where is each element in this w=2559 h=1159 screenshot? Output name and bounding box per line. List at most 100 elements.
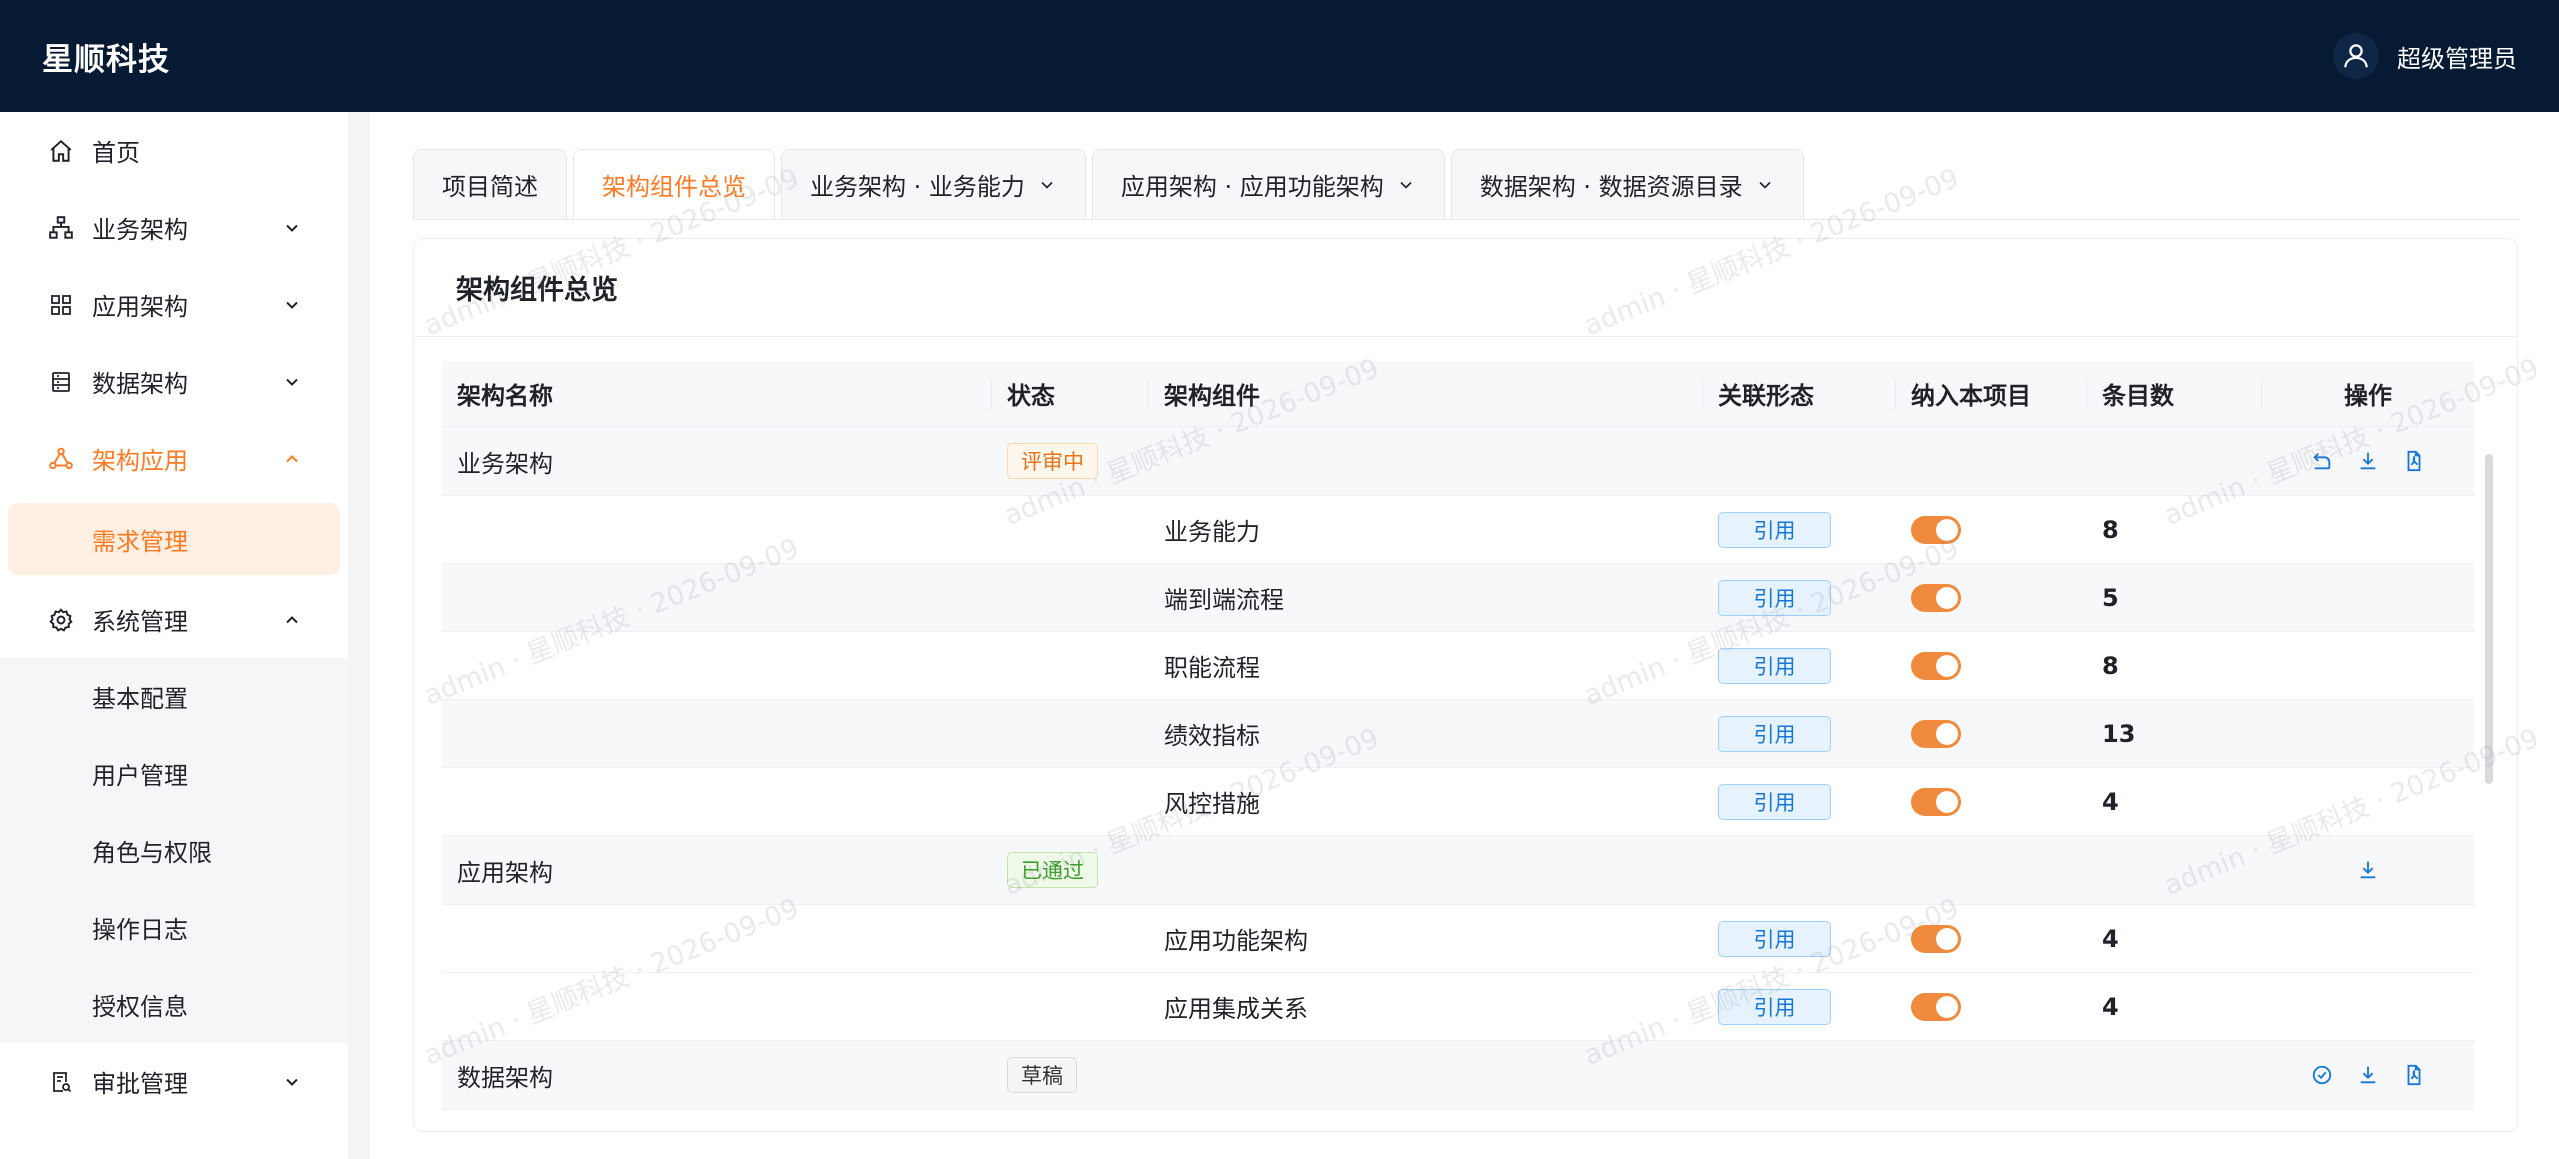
sidebar-item-approval[interactable]: 审批管理 [0,1043,348,1120]
download-icon[interactable] [2355,857,2381,883]
component-name: 绩效指标 [1164,722,1260,750]
tab-label: 应用架构 · 应用功能架构 [1120,173,1384,201]
table-group-row: 应用架构 已通过 [442,836,2474,905]
main-content: 项目简述 架构组件总览 业务架构 · 业务能力 应用架构 · 应用功能架构 数据… [370,112,2559,1159]
item-count: 4 [2102,787,2119,816]
include-toggle[interactable] [1911,583,1961,612]
rollback-icon[interactable] [2309,448,2335,474]
user-icon [2333,33,2379,79]
chevron-up-icon [282,449,302,469]
tab-business-capability[interactable]: 业务架构 · 业务能力 [781,149,1086,219]
component-name: 应用集成关系 [1164,995,1308,1023]
table-header: 架构名称 状态 架构组件 关联形态 纳入本项目 条目数 操作 [442,361,2474,427]
arch-name: 业务架构 [457,449,553,478]
status-badge: 已通过 [1007,852,1098,888]
tab-data-catalog[interactable]: 数据架构 · 数据资源目录 [1450,149,1804,219]
sidebar-item-roles[interactable]: 角色与权限 [0,812,348,889]
chevron-down-icon [1396,175,1416,195]
sidebar-item-business-arch[interactable]: 业务架构 [0,189,348,266]
include-toggle[interactable] [1911,515,1961,544]
relation-tag: 引用 [1718,988,1831,1025]
sidebar-item-app-arch[interactable]: 应用架构 [0,266,348,343]
table-row: 职能流程 引用 8 [442,632,2474,700]
share-nodes-icon [46,446,76,472]
table-group-row: 业务架构 评审中 [442,427,2474,496]
component-name: 职能流程 [1164,654,1260,682]
include-toggle[interactable] [1911,651,1961,680]
item-count: 5 [2102,583,2119,612]
pdf-icon[interactable] [2401,448,2427,474]
relation-tag: 引用 [1718,920,1831,957]
chevron-down-icon [282,1072,302,1092]
sidebar: 首页 业务架构 应用架构 数据架构 架构应用 需求管理 系统管理 基本配置 用户… [0,112,348,1159]
arch-app-submenu: 需求管理 [0,497,348,581]
tab-label: 数据架构 · 数据资源目录 [1479,173,1743,201]
components-table: 架构名称 状态 架构组件 关联形态 纳入本项目 条目数 操作 业务架构 评审中 [442,361,2474,1110]
sidebar-item-data-arch[interactable]: 数据架构 [0,343,348,420]
sidebar-item-label: 数据架构 [92,370,188,398]
relation-tag: 引用 [1718,511,1831,548]
include-toggle[interactable] [1911,992,1961,1021]
org-chart-icon [46,215,76,241]
sidebar-item-requirements[interactable]: 需求管理 [8,503,340,575]
card-title: 架构组件总览 [414,239,2517,337]
tab-project-summary[interactable]: 项目简述 [413,149,567,219]
chevron-down-icon [282,372,302,392]
sidebar-item-license[interactable]: 授权信息 [0,966,348,1043]
component-name: 业务能力 [1164,518,1260,546]
tab-app-function[interactable]: 应用架构 · 应用功能架构 [1091,149,1445,219]
scrollbar-thumb[interactable] [2485,454,2493,784]
tab-arch-overview[interactable]: 架构组件总览 [573,149,775,219]
col-header-actions: 操作 [2344,382,2392,410]
table-scrollbar[interactable] [2485,434,2493,1124]
download-icon[interactable] [2355,1062,2381,1088]
component-name: 应用功能架构 [1164,927,1308,955]
database-icon [46,370,76,394]
item-count: 8 [2102,651,2119,680]
sidebar-item-arch-app[interactable]: 架构应用 [0,420,348,497]
tab-label: 项目简述 [442,173,538,201]
sidebar-item-user-mgmt[interactable]: 用户管理 [0,735,348,812]
user-menu[interactable]: 超级管理员 [2333,33,2517,79]
user-name: 超级管理员 [2397,44,2517,73]
pdf-icon[interactable] [2401,1062,2427,1088]
brand-logo: 星顺科技 [42,41,170,78]
sidebar-item-label: 首页 [92,139,140,167]
col-header-count: 条目数 [2087,378,2262,410]
chevron-down-icon [282,295,302,315]
sidebar-item-system[interactable]: 系统管理 [0,581,348,658]
sidebar-item-home[interactable]: 首页 [0,112,348,189]
tab-label: 业务架构 · 业务能力 [810,173,1025,201]
sidebar-item-basic-config[interactable]: 基本配置 [0,658,348,735]
sidebar-item-op-log[interactable]: 操作日志 [0,889,348,966]
sidebar-item-label: 业务架构 [92,216,188,244]
home-icon [46,138,76,164]
chevron-down-icon [1755,175,1775,195]
include-toggle[interactable] [1911,787,1961,816]
relation-tag: 引用 [1718,715,1831,752]
relation-tag: 引用 [1718,647,1831,684]
approval-icon [46,1070,76,1094]
include-toggle[interactable] [1911,719,1961,748]
overview-card: 架构组件总览 架构名称 状态 架构组件 关联形态 纳入本项目 条目数 操作 业务… [413,238,2518,1132]
status-badge: 草稿 [1007,1057,1077,1093]
relation-tag: 引用 [1718,783,1831,820]
table-row: 端到端流程 引用 5 [442,564,2474,632]
sidebar-item-label: 审批管理 [92,1070,188,1098]
include-toggle[interactable] [1911,924,1961,953]
sidebar-item-label: 系统管理 [92,608,188,636]
tab-label: 架构组件总览 [602,173,746,201]
col-header-status: 状态 [992,378,1149,410]
gear-icon [46,607,76,633]
item-count: 4 [2102,992,2119,1021]
download-icon[interactable] [2355,448,2381,474]
table-row: 业务能力 引用 8 [442,496,2474,564]
arch-name: 数据架构 [457,1063,553,1092]
check-circle-icon[interactable] [2309,1062,2335,1088]
table-row: 绩效指标 引用 13 [442,700,2474,768]
chevron-down-icon [282,218,302,238]
component-name: 端到端流程 [1164,586,1284,614]
component-name: 风控措施 [1164,790,1260,818]
table-row: 风控措施 引用 4 [442,768,2474,836]
tab-bar: 项目简述 架构组件总览 业务架构 · 业务能力 应用架构 · 应用功能架构 数据… [413,140,2518,220]
